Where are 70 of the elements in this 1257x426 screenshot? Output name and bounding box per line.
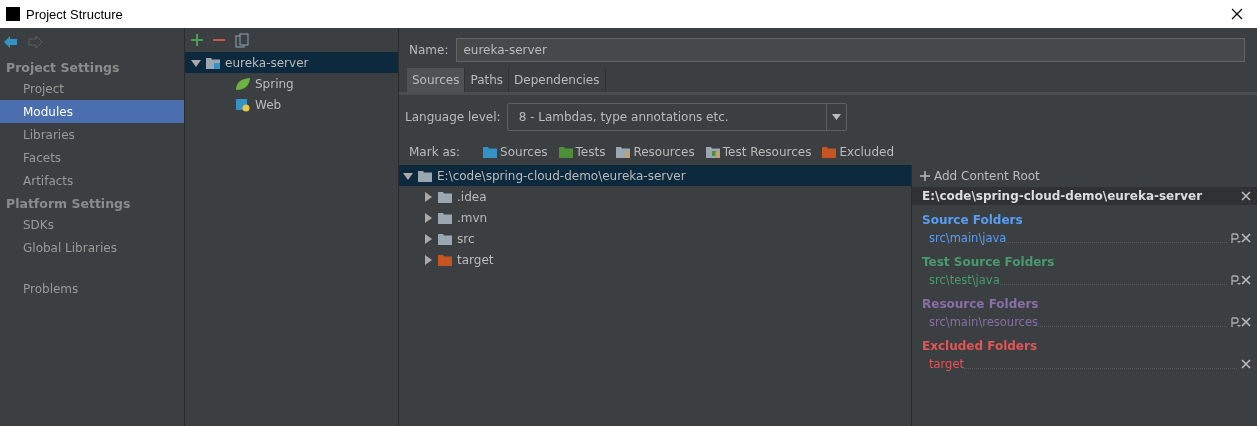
- section-title: Project Settings: [5, 59, 121, 77]
- folder-group-title: Source Folders: [921, 212, 1024, 229]
- language-level-dropdown[interactable]: 8 - Lambdas, type annotations etc.: [506, 103, 847, 131]
- collapsed-arrow-icon[interactable]: [423, 254, 433, 265]
- window-title: Project Structure: [26, 6, 124, 22]
- module-tree-item[interactable]: Spring: [185, 73, 398, 94]
- folder-icon: [437, 231, 453, 246]
- name-field[interactable]: eureka-server: [456, 38, 1245, 62]
- folder-icon: [437, 189, 453, 204]
- folder-tree-item[interactable]: .idea: [399, 186, 911, 207]
- collapsed-arrow-icon[interactable]: [423, 233, 433, 244]
- mark-as-button[interactable]: Tests: [555, 145, 608, 159]
- sidebar-item[interactable]: SDKs: [0, 213, 184, 236]
- module-tree-item[interactable]: Web: [185, 94, 398, 115]
- folder-icon: [615, 145, 632, 159]
- expanded-arrow-icon[interactable]: [191, 57, 201, 68]
- properties-icon[interactable]: [1231, 232, 1241, 244]
- module-tree-item[interactable]: eureka-server: [185, 52, 398, 73]
- folder-path: target: [929, 357, 964, 371]
- folder-tree-item[interactable]: target: [399, 249, 911, 270]
- folder-icon: [437, 210, 453, 225]
- sidebar-item[interactable]: Modules: [0, 100, 184, 123]
- folder-icon: [417, 168, 433, 183]
- folder-path: src\main\resources: [929, 315, 1038, 329]
- mark-as-button[interactable]: Resources: [613, 145, 697, 159]
- expanded-arrow-icon[interactable]: [403, 170, 413, 181]
- content-root-path: E:\code\spring-cloud-demo\eureka-server: [922, 189, 1203, 203]
- sidebar-item[interactable]: Problems: [0, 277, 184, 300]
- collapsed-arrow-icon[interactable]: [423, 212, 433, 223]
- mark-as-button[interactable]: Sources: [480, 145, 550, 159]
- folder-group-title: Resource Folders: [921, 296, 1040, 313]
- tab[interactable]: Sources: [407, 68, 466, 92]
- folder-icon: [482, 145, 499, 159]
- dropdown-arrow-icon[interactable]: [831, 114, 841, 120]
- add-icon[interactable]: [191, 34, 203, 46]
- app-logo-icon: [6, 7, 20, 21]
- folder-icon: [704, 145, 721, 159]
- folder-path: src\main\java: [929, 231, 1007, 245]
- back-arrow-icon[interactable]: [4, 36, 18, 48]
- mark-as-button[interactable]: Test Resources: [702, 145, 814, 159]
- folder-tree-item[interactable]: src: [399, 228, 911, 249]
- folder-tree-item[interactable]: E:\code\spring-cloud-demo\eureka-server: [399, 165, 911, 186]
- section-title: Platform Settings: [5, 195, 132, 213]
- folder-icon: [437, 252, 453, 267]
- sidebar-item[interactable]: Project: [0, 77, 184, 100]
- module-folder-icon: [205, 55, 221, 70]
- properties-icon[interactable]: [1231, 274, 1241, 286]
- copy-icon[interactable]: [235, 32, 249, 48]
- close-icon[interactable]: [1231, 8, 1243, 20]
- folder-group-title: Test Source Folders: [921, 254, 1056, 271]
- sidebar-item[interactable]: Libraries: [0, 123, 184, 146]
- sidebar-item[interactable]: Artifacts: [0, 169, 184, 192]
- folder-path: src\test\java: [929, 273, 1000, 287]
- plus-icon: [920, 171, 930, 181]
- sidebar-item[interactable]: Facets: [0, 146, 184, 169]
- name-label: Name:: [409, 43, 449, 57]
- language-level-label: Language level:: [405, 110, 501, 124]
- sidebar-item[interactable]: Global Libraries: [0, 236, 184, 259]
- close-icon[interactable]: [1241, 191, 1251, 201]
- web-icon: [235, 97, 251, 112]
- folder-group-title: Excluded Folders: [921, 338, 1039, 355]
- properties-icon[interactable]: [1231, 316, 1241, 328]
- mark-as-button[interactable]: Excluded: [819, 145, 897, 159]
- folder-icon: [557, 145, 574, 159]
- mark-as-label: Mark as:: [409, 145, 461, 159]
- folder-tree-item[interactable]: .mvn: [399, 207, 911, 228]
- leaf-icon: [235, 76, 251, 91]
- folder-icon: [821, 145, 838, 159]
- collapsed-arrow-icon[interactable]: [423, 191, 433, 202]
- add-content-root-button[interactable]: Add Content Root: [912, 165, 1048, 187]
